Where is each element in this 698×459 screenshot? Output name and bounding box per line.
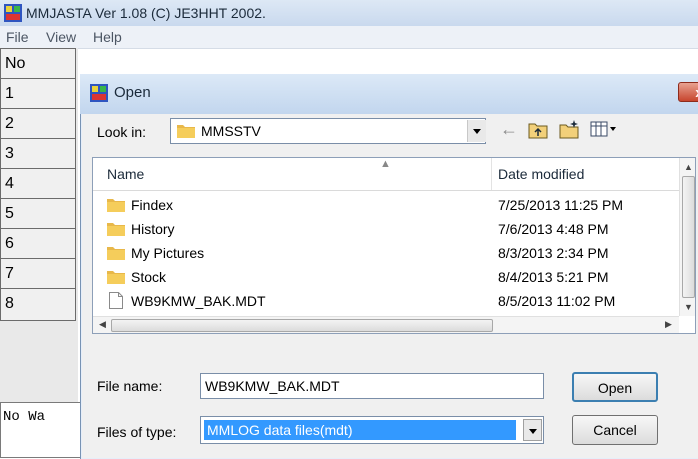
menu-help[interactable]: Help [93,29,122,45]
dialog-titlebar: Open x [80,74,698,114]
folder-icon [177,125,195,138]
back-arrow-icon[interactable]: ← [500,119,518,140]
file-type-dropdown[interactable]: MMLOG data files(mdt) [200,416,544,444]
horizontal-scrollbar[interactable]: ◀ ▶ [93,316,679,333]
look-in-value: MMSSTV [201,123,261,139]
menu-file[interactable]: File [6,29,29,45]
grid-row-number[interactable]: 4 [0,169,76,199]
scroll-right-icon[interactable]: ▶ [665,319,672,330]
file-date: 8/5/2013 11:02 PM [498,293,616,309]
open-button[interactable]: Open [572,372,658,402]
menu-view[interactable]: View [46,29,76,45]
chevron-down-icon[interactable] [523,419,542,441]
file-row-stock[interactable]: Stock 8/4/2013 5:21 PM [93,266,679,290]
file-name: Findex [131,197,174,213]
column-date-modified[interactable]: Date modified [498,166,584,182]
file-row-my-pictures[interactable]: My Pictures 8/3/2013 2:34 PM [93,242,679,266]
file-date: 8/3/2013 2:34 PM [498,245,609,261]
main-window-title: MMJASTA Ver 1.08 (C) JE3HHT 2002. [26,5,266,21]
close-button[interactable]: x [678,82,698,102]
grid-row-number[interactable]: 1 [0,79,76,109]
grid-header-no[interactable]: No [0,48,76,79]
grid-row-number[interactable]: 5 [0,199,76,229]
view-menu-icon[interactable] [590,120,616,138]
scroll-thumb[interactable] [111,319,493,332]
status-text-area: No Wa [0,402,80,458]
look-in-dropdown[interactable]: MMSSTV [170,118,486,144]
main-titlebar: MMJASTA Ver 1.08 (C) JE3HHT 2002. [0,0,698,27]
chevron-down-icon[interactable] [467,120,486,142]
up-folder-icon[interactable] [528,121,548,139]
file-name: WB9KMW_BAK.MDT [131,293,266,309]
folder-icon [107,223,125,236]
scroll-down-icon[interactable]: ▼ [684,302,693,312]
new-folder-icon[interactable] [559,119,581,139]
file-date: 7/6/2013 4:48 PM [498,221,609,237]
file-row-history[interactable]: History 7/6/2013 4:48 PM [93,218,679,242]
folder-icon [107,271,125,284]
file-type-label: Files of type: [97,424,177,440]
log-grid: No 1 2 3 4 5 6 7 8 [0,48,78,402]
file-name: My Pictures [131,245,205,261]
file-name-input[interactable] [200,373,544,399]
app-icon [4,4,22,22]
file-date: 8/4/2013 5:21 PM [498,269,609,285]
file-type-selected: MMLOG data files(mdt) [204,420,516,440]
dialog-title: Open [114,84,151,101]
list-header: Name ▲ Date modified [93,158,679,191]
document-icon [109,292,123,309]
file-date: 7/25/2013 11:25 PM [498,197,624,213]
folder-icon [107,199,125,212]
vertical-scrollbar[interactable]: ▲ ▼ [679,158,695,316]
grid-row-number[interactable]: 3 [0,139,76,169]
file-name: Stock [131,269,167,285]
grid-row-number[interactable]: 2 [0,109,76,139]
file-list[interactable]: Name ▲ Date modified Findex 7/25/2013 11… [92,157,696,334]
folder-icon [107,247,125,260]
grid-row-number[interactable]: 6 [0,229,76,259]
cancel-button[interactable]: Cancel [572,415,658,445]
grid-row-number[interactable]: 8 [0,289,76,321]
scroll-thumb[interactable] [682,176,695,298]
grid-row-number[interactable]: 7 [0,259,76,289]
scroll-left-icon[interactable]: ◀ [99,319,106,330]
app-icon [90,84,108,102]
sort-ascending-icon: ▲ [380,158,391,170]
look-in-label: Look in: [97,124,147,140]
file-row-wb9kmw-bak[interactable]: WB9KMW_BAK.MDT 8/5/2013 11:02 PM [93,290,679,314]
file-row-findex[interactable]: Findex 7/25/2013 11:25 PM [93,194,679,218]
main-menubar: File View Help [0,26,698,49]
column-divider [491,158,492,190]
status-text: No Wa [3,409,46,425]
column-name[interactable]: Name [107,166,144,182]
scroll-up-icon[interactable]: ▲ [684,162,693,172]
file-name: History [131,221,175,237]
file-name-label: File name: [97,378,163,394]
